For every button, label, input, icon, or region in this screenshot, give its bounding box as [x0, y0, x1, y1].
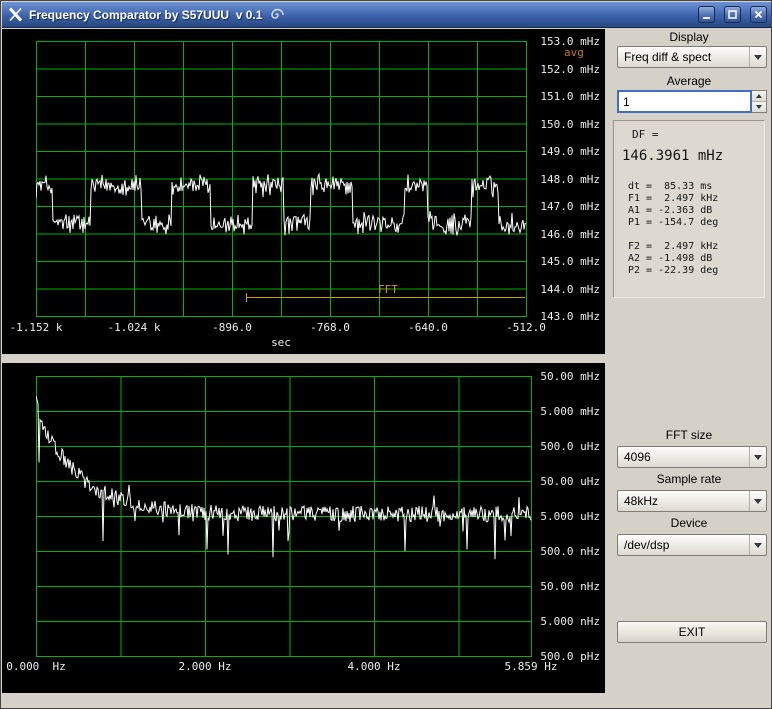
bottom-plot-x-ticks: 0.000 Hz 2.000 Hz 4.000 Hz 5.859 Hz: [2, 660, 605, 674]
y-tick-label: 5.000 uHz: [540, 510, 600, 523]
spectrum-plot: 50.00 mHz 5.000 mHz 500.0 uHz 50.00 uHz 5.00…: [2, 363, 605, 693]
close-button[interactable]: [750, 6, 767, 23]
bottom-plot-y-ticks: 50.00 mHz 5.000 mHz 500.0 uHz 50.00 uHz 5.00…: [535, 363, 601, 693]
x-tick-label: 2.000 Hz: [178, 660, 232, 673]
freq-diff-trace: [36, 41, 527, 317]
chevron-down-icon: [749, 491, 766, 511]
y-tick-label: 50.00 nHz: [540, 580, 600, 593]
spectrum-trace: [36, 376, 532, 657]
fft-window-label: FFT: [378, 283, 398, 296]
y-tick-label: 146.0 mHz: [540, 227, 600, 241]
x-tick-label: -512.0: [506, 321, 546, 334]
average-spinbox: [617, 90, 767, 113]
y-tick-label: 5.000 nHz: [540, 615, 600, 628]
device-combo[interactable]: /dev/dsp: [617, 534, 767, 556]
y-tick-label: 147.0 mHz: [540, 200, 600, 213]
spin-down-button[interactable]: [752, 102, 766, 112]
spin-up-button[interactable]: [752, 91, 766, 102]
y-tick-label: 5.000 mHz: [540, 405, 600, 418]
fft-size-label: FFT size: [665, 428, 713, 442]
top-plot-x-ticks: -1.152 k -1.024 k -896.0 -768.0 -640.0 -512.0: [2, 321, 605, 335]
x-tick-label: -1.024 k: [107, 321, 161, 334]
device-label: Device: [670, 516, 708, 530]
x-tick-label: 4.000 Hz: [347, 660, 401, 673]
readout-line: P2 = -22.39 deg: [628, 265, 719, 276]
minimize-button[interactable]: [698, 6, 715, 23]
titlebar[interactable]: Frequency Comparator by S57UUU v 0.1: [2, 2, 771, 28]
readout-line: F1 = 2.497 kHz: [628, 193, 719, 204]
swirl-icon: [268, 6, 285, 23]
df-label: DF =: [632, 128, 659, 141]
sample-rate-combo-value: 48kHz: [624, 494, 659, 508]
x-tick-label: 5.859 Hz: [504, 660, 558, 673]
y-tick-label: 152.0 mHz: [540, 62, 600, 76]
y-tick-label: 500.0 nHz: [540, 545, 600, 558]
average-label: Average: [666, 74, 712, 88]
chevron-down-icon: [749, 47, 766, 67]
display-combo[interactable]: Freq diff & spect: [617, 46, 767, 68]
top-plot-y-ticks: 153.0 mHz 152.0 mHz 151.0 mHz 150.0 mHz 149.…: [535, 29, 601, 354]
x-tick-label: -768.0: [310, 321, 350, 334]
control-panel: Display Freq diff & spect Average DF = 1…: [605, 28, 771, 708]
readout-line: [614, 229, 764, 241]
average-input[interactable]: [617, 90, 752, 113]
average-spin-buttons: [752, 90, 767, 113]
x-tick-label: 0.000 Hz: [6, 660, 66, 673]
y-tick-label: 50.00 mHz: [540, 370, 600, 383]
x-tick-label: -896.0: [212, 321, 252, 334]
fft-size-combo[interactable]: 4096: [617, 446, 767, 468]
fft-size-combo-value: 4096: [624, 450, 651, 464]
measurement-readout: DF = 146.3961 mHz dt = 85.33 ms F1 = 2.49…: [613, 120, 765, 298]
readout-line: dt = 85.33 ms: [628, 181, 713, 192]
display-label: Display: [669, 30, 709, 44]
x-tick-label: -1.152 k: [9, 321, 63, 334]
maximize-button[interactable]: [724, 6, 741, 23]
app-icon: [7, 7, 23, 23]
y-tick-label: 148.0 mHz: [540, 172, 600, 186]
sample-rate-combo[interactable]: 48kHz: [617, 490, 767, 512]
df-value: 146.3961 mHz: [622, 148, 724, 164]
x-tick-label: -640.0: [408, 321, 448, 334]
chevron-down-icon: [749, 447, 766, 467]
readout-line: F2 = 2.497 kHz: [628, 241, 719, 252]
y-tick-label: 149.0 mHz: [540, 145, 600, 158]
readout-lines: dt = 85.33 ms F1 = 2.497 kHz A1 = -2.363 d…: [614, 181, 764, 277]
y-tick-label: 150.0 mHz: [540, 117, 600, 131]
x-axis-unit-label: sec: [271, 336, 291, 349]
avg-indicator: avg: [564, 46, 584, 59]
freq-diff-plot: 153.0 mHz 152.0 mHz 151.0 mHz 150.0 mHz 149.…: [2, 29, 605, 354]
sample-rate-label: Sample rate: [656, 472, 722, 486]
app-window: Frequency Comparator by S57UUU v 0.1 153…: [0, 0, 772, 709]
display-combo-value: Freq diff & spect: [624, 50, 712, 64]
y-tick-label: 145.0 mHz: [540, 255, 600, 268]
y-tick-label: 500.0 uHz: [540, 440, 600, 453]
chevron-down-icon: [749, 535, 766, 555]
y-tick-label: 144.0 mHz: [540, 282, 600, 296]
exit-button[interactable]: EXIT: [617, 621, 767, 643]
device-combo-value: /dev/dsp: [624, 538, 670, 552]
readout-line: A2 = -1.498 dB: [628, 253, 713, 264]
y-tick-label: 50.00 uHz: [540, 475, 600, 488]
readout-line: A1 = -2.363 dB: [628, 205, 713, 216]
window-title: Frequency Comparator by S57UUU v 0.1: [29, 7, 263, 22]
readout-line: P1 = -154.7 deg: [628, 217, 719, 228]
y-tick-label: 151.0 mHz: [540, 90, 600, 103]
